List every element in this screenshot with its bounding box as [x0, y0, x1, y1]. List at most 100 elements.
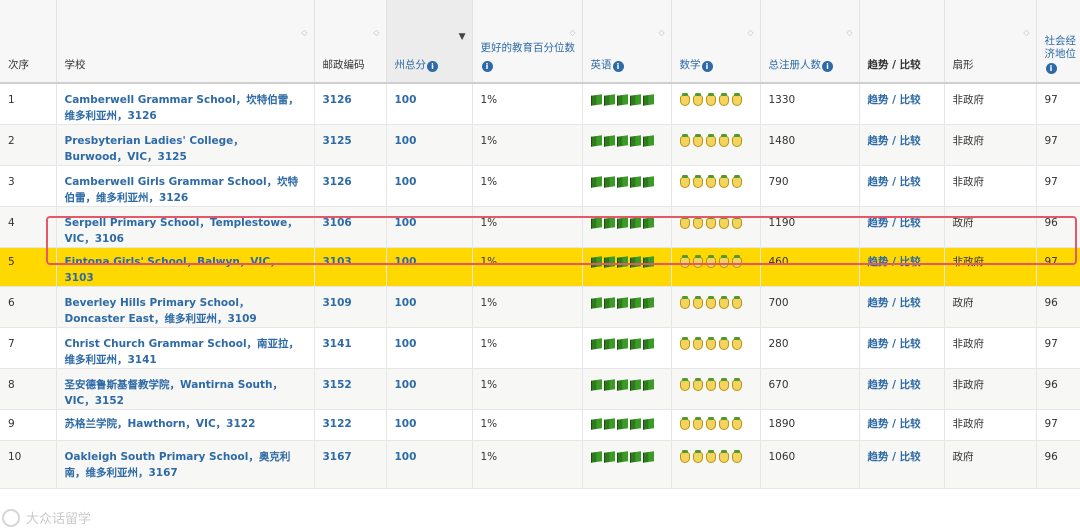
cell-percentile: 1% [472, 286, 583, 328]
cell-school[interactable]: 圣安德鲁斯基督教学院，Wantirna South，VIC，3152 [56, 368, 315, 410]
trend-compare-link[interactable]: 趋势 / 比较 [868, 297, 921, 309]
cell-trend[interactable]: 趋势 / 比较 [859, 124, 945, 166]
school-link[interactable]: Camberwell Grammar School，坎特伯雷，维多利亚州，312… [65, 94, 299, 122]
book-icon [590, 94, 602, 106]
rank-value: 8 [8, 379, 15, 391]
cell-sector: 非政府 [944, 165, 1037, 207]
cell-trend[interactable]: 趋势 / 比较 [859, 247, 945, 287]
cell-school[interactable]: Serpell Primary School，Templestowe，VIC，3… [56, 206, 315, 248]
socio-value: 97 [1044, 256, 1058, 268]
cell-trend[interactable]: 趋势 / 比较 [859, 327, 945, 369]
cell-trend[interactable]: 趋势 / 比较 [859, 440, 945, 489]
header-socio[interactable]: 社会经济地位 i [1036, 0, 1080, 84]
info-icon[interactable]: i [822, 61, 833, 72]
apple-icon [718, 216, 729, 229]
sort-icon[interactable]: ◇ [747, 29, 753, 37]
info-icon[interactable]: i [481, 61, 493, 72]
cell-math [671, 440, 761, 489]
apple-icon [731, 378, 742, 391]
header-sector[interactable]: 扇形 ◇ [944, 0, 1037, 84]
school-link[interactable]: Camberwell Girls Grammar School，坎特伯雷，维多利… [65, 176, 299, 204]
socio-value: 96 [1044, 297, 1058, 309]
header-rank[interactable]: 次序 [0, 0, 57, 84]
book-icon [616, 94, 628, 106]
rank-value: 5 [8, 256, 15, 268]
trend-compare-link[interactable]: 趋势 / 比较 [868, 135, 921, 147]
trend-compare-link[interactable]: 趋势 / 比较 [868, 379, 921, 391]
header-state-score[interactable]: 州总分 i ▼ [386, 0, 473, 84]
school-link[interactable]: Presbyterian Ladies' College，Burwood，VIC… [65, 135, 244, 163]
school-link[interactable]: Oakleigh South Primary School，奥克利南，维多利亚州… [65, 451, 291, 479]
apple-icon [705, 255, 716, 268]
cell-school[interactable]: Beverley Hills Primary School，Doncaster … [56, 286, 315, 328]
header-postcode[interactable]: 邮政编码 ◇ [314, 0, 387, 84]
sector-value: 非政府 [952, 418, 985, 430]
school-link[interactable]: 苏格兰学院，Hawthorn，VIC，3122 [65, 418, 256, 430]
rank-value: 1 [8, 94, 15, 106]
header-percentile[interactable]: 更好的教育百分位数 i ◇ [472, 0, 583, 84]
apple-icon [692, 255, 703, 268]
header-math[interactable]: 数学 i ◇ [671, 0, 761, 84]
trend-compare-link[interactable]: 趋势 / 比较 [868, 338, 921, 350]
cell-percentile: 1% [472, 368, 583, 410]
cell-english [582, 440, 672, 489]
socio-value: 97 [1044, 418, 1058, 430]
trend-compare-link[interactable]: 趋势 / 比较 [868, 94, 921, 106]
cell-enrolment: 460 [760, 247, 860, 287]
school-link[interactable]: 圣安德鲁斯基督教学院，Wantirna South，VIC，3152 [65, 379, 284, 407]
sort-desc-icon[interactable]: ▼ [459, 33, 466, 42]
cell-school[interactable]: Camberwell Girls Grammar School，坎特伯雷，维多利… [56, 165, 315, 207]
book-icon [603, 217, 615, 229]
cell-trend[interactable]: 趋势 / 比较 [859, 165, 945, 207]
apple-icon [692, 296, 703, 309]
school-link[interactable]: Serpell Primary School，Templestowe，VIC，3… [65, 217, 298, 245]
trend-compare-link[interactable]: 趋势 / 比较 [868, 256, 921, 268]
sort-icon[interactable]: ◇ [1023, 29, 1029, 37]
cell-school[interactable]: 苏格兰学院，Hawthorn，VIC，3122 [56, 409, 315, 441]
header-enrolment[interactable]: 总注册人数 i ◇ [760, 0, 860, 84]
cell-enrolment: 1190 [760, 206, 860, 248]
cell-trend[interactable]: 趋势 / 比较 [859, 286, 945, 328]
cell-percentile: 1% [472, 83, 583, 125]
school-link[interactable]: Christ Church Grammar School，南亚拉，维多利亚州，3… [65, 338, 300, 366]
cell-school[interactable]: Camberwell Grammar School，坎特伯雷，维多利亚州，312… [56, 83, 315, 125]
cell-school[interactable]: Oakleigh South Primary School，奥克利南，维多利亚州… [56, 440, 315, 489]
trend-compare-link[interactable]: 趋势 / 比较 [868, 451, 921, 463]
cell-school[interactable]: Presbyterian Ladies' College，Burwood，VIC… [56, 124, 315, 166]
sort-icon[interactable]: ◇ [569, 29, 575, 37]
sector-value: 非政府 [952, 379, 985, 391]
sort-icon[interactable]: ◇ [301, 29, 307, 37]
trend-compare-link[interactable]: 趋势 / 比较 [868, 217, 921, 229]
cell-socio: 96 [1036, 206, 1080, 248]
cell-trend[interactable]: 趋势 / 比较 [859, 409, 945, 441]
sort-icon[interactable]: ◇ [846, 29, 852, 37]
school-link[interactable]: Beverley Hills Primary School，Doncaster … [65, 297, 257, 325]
trend-compare-link[interactable]: 趋势 / 比较 [868, 176, 921, 188]
cell-math [671, 165, 761, 207]
cell-school[interactable]: Fintona Girls' School，Balwyn，VIC，3103 [56, 247, 315, 287]
sort-icon[interactable]: ◇ [373, 29, 379, 37]
cell-trend[interactable]: 趋势 / 比较 [859, 368, 945, 410]
cell-sector: 非政府 [944, 409, 1037, 441]
cell-state: 100 [386, 206, 473, 248]
math-rating [679, 175, 742, 188]
cell-socio: 97 [1036, 327, 1080, 369]
cell-trend[interactable]: 趋势 / 比较 [859, 206, 945, 248]
info-icon[interactable]: i [612, 61, 624, 72]
apple-icon [679, 296, 690, 309]
table-row: 6 Beverley Hills Primary School，Doncaster… [0, 286, 1080, 328]
trend-compare-link[interactable]: 趋势 / 比较 [868, 418, 921, 430]
cell-sector: 政府 [944, 206, 1037, 248]
info-icon[interactable]: i [701, 61, 713, 72]
header-school[interactable]: 学校 ◇ [56, 0, 315, 84]
info-icon[interactable]: i [1045, 63, 1057, 74]
info-icon[interactable]: i [427, 61, 438, 72]
cell-school[interactable]: Christ Church Grammar School，南亚拉，维多利亚州，3… [56, 327, 315, 369]
book-icon [629, 217, 641, 229]
cell-trend[interactable]: 趋势 / 比较 [859, 83, 945, 125]
cell-english [582, 124, 672, 166]
sort-icon[interactable]: ◇ [658, 29, 664, 37]
book-icon [629, 176, 641, 188]
school-link[interactable]: Fintona Girls' School，Balwyn，VIC，3103 [65, 256, 281, 284]
header-english[interactable]: 英语 i ◇ [582, 0, 672, 84]
